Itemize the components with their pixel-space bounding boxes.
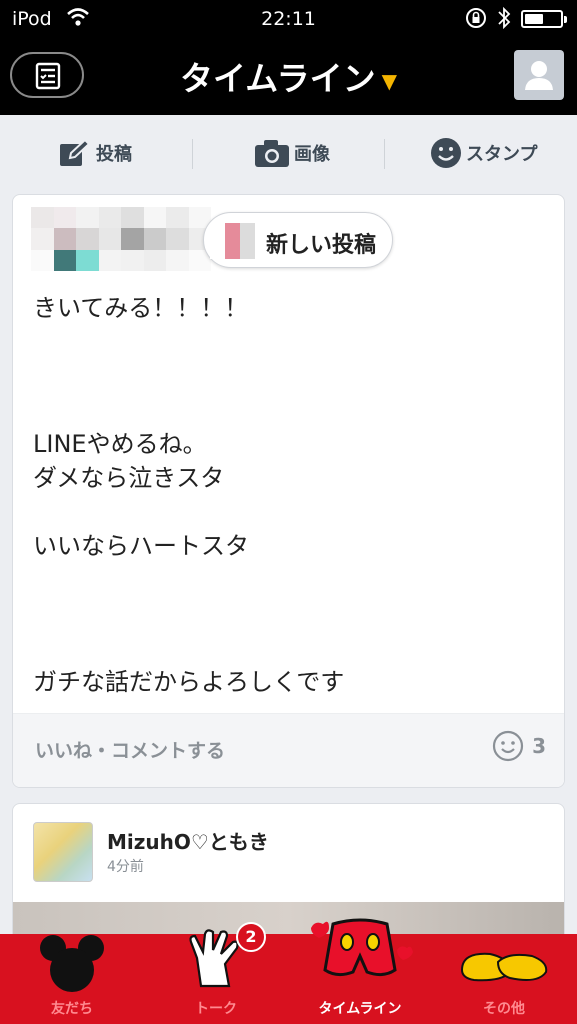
- reaction-count-button[interactable]: 3: [492, 730, 546, 762]
- divider: [192, 139, 193, 169]
- like-comment-link[interactable]: いいね・コメントする: [35, 736, 225, 763]
- smiley-icon: [431, 138, 461, 168]
- shorts-icon: [311, 918, 413, 977]
- bluetooth-icon: [497, 6, 511, 35]
- page-title-label: タイムライン: [179, 59, 376, 98]
- post-time: 4分前: [107, 859, 144, 875]
- profile-button[interactable]: [514, 50, 564, 100]
- tab-friends-label: 友だち: [51, 1001, 93, 1017]
- tab-timeline[interactable]: タイムライン: [288, 918, 432, 1024]
- person-icon: [525, 61, 553, 90]
- stamp-action-button[interactable]: スタンプ: [430, 135, 537, 171]
- reaction-smiley-icon: [492, 730, 524, 762]
- post-action-label: 投稿: [96, 144, 132, 165]
- image-action-label: 画像: [294, 144, 330, 165]
- action-bar: 投稿 画像 スタンプ: [0, 115, 577, 193]
- divider: [384, 139, 385, 169]
- tab-more[interactable]: その他: [432, 934, 576, 1024]
- tab-more-label: その他: [483, 1001, 525, 1017]
- page-title[interactable]: タイムライン ▼: [0, 52, 577, 100]
- clock: 22:11: [261, 8, 316, 30]
- image-action-button[interactable]: 画像: [254, 135, 330, 171]
- tab-friends[interactable]: 友だち: [0, 934, 144, 1024]
- tab-timeline-label: タイムライン: [318, 1001, 402, 1017]
- rotation-lock-icon: [464, 6, 488, 35]
- avatar[interactable]: [33, 822, 93, 882]
- reaction-count: 3: [532, 734, 546, 758]
- tab-bar: 友だち トーク タイムライン その他: [0, 918, 577, 1024]
- post-footer: いいね・コメントする 3: [13, 713, 564, 787]
- tab-talk-label: トーク: [195, 1001, 237, 1017]
- stamp-action-label: スタンプ: [466, 144, 538, 165]
- tab-talk[interactable]: トーク: [144, 929, 288, 1024]
- dropdown-caret-icon: ▼: [381, 68, 398, 93]
- author-name[interactable]: MizuhO♡ともき: [107, 826, 269, 855]
- new-post-label: 新しい投稿: [266, 233, 377, 258]
- camera-icon: [255, 140, 289, 167]
- post-action-button[interactable]: 投稿: [58, 135, 132, 171]
- status-bar: iPod 22:11: [0, 0, 577, 38]
- timeline-post[interactable]: 新しい投稿 きいてみる！！！！ LINEやめるね。 ダメなら泣きスタ いいならハ…: [12, 194, 565, 788]
- blurred-thumbnail: [210, 223, 270, 259]
- talk-unread-badge: 2: [236, 922, 266, 952]
- new-post-pill[interactable]: 新しい投稿: [203, 212, 393, 268]
- pencil-icon: [60, 138, 91, 166]
- mickey-head-icon: [40, 935, 104, 992]
- post-text: きいてみる！！！！ LINEやめるね。 ダメなら泣きスタ いいならハートスタ ガ…: [33, 294, 345, 696]
- shoes-icon: [460, 952, 548, 982]
- blurred-avatar: [31, 207, 211, 271]
- battery-icon: [521, 10, 567, 28]
- nav-bar: タイムライン ▼: [0, 38, 577, 115]
